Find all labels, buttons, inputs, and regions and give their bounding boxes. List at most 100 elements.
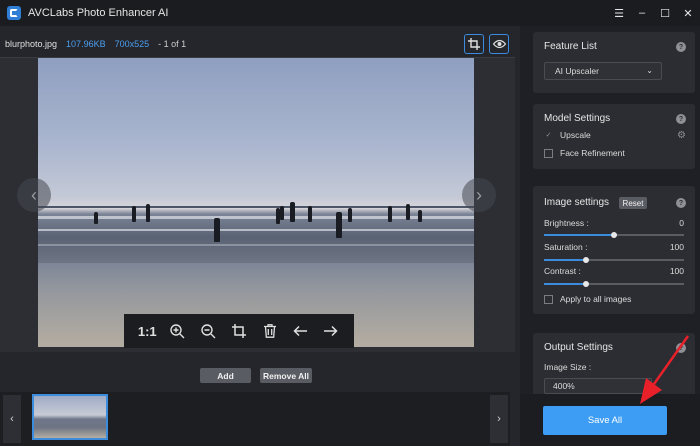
thumbnail-strip: ‹ › xyxy=(0,392,510,446)
next-image-button[interactable]: › xyxy=(462,178,496,212)
photo-wave xyxy=(38,244,474,246)
help-icon[interactable]: ? xyxy=(676,198,686,208)
photo-person xyxy=(336,212,342,238)
action-bar: Save All xyxy=(520,394,700,446)
apply-all-label: Apply to all images xyxy=(560,294,632,304)
photo-person xyxy=(418,210,422,222)
feature-select[interactable]: AI Upscaler ⌄ xyxy=(544,62,662,80)
checkbox-unchecked-icon[interactable] xyxy=(544,148,553,158)
preview-toolbar: 1:1 xyxy=(124,314,354,348)
image-size-label: Image Size : xyxy=(544,362,592,372)
file-index: - 1 of 1 xyxy=(158,39,187,49)
photo-person xyxy=(348,208,352,222)
saturation-label: Saturation : xyxy=(544,242,588,252)
maximize-button[interactable]: ☐ xyxy=(654,0,676,26)
trash-icon xyxy=(263,324,276,338)
strip-prev-button[interactable]: ‹ xyxy=(3,395,21,443)
checkbox-unchecked-icon[interactable] xyxy=(544,294,553,304)
photo-person xyxy=(290,202,295,222)
slider-handle[interactable] xyxy=(583,257,589,263)
add-button[interactable]: Add xyxy=(200,368,251,383)
photo-person xyxy=(280,206,284,220)
chevron-down-icon: ⌄ xyxy=(646,66,653,75)
settings-panel: Feature List ? AI Upscaler ⌄ Model Setti… xyxy=(520,26,700,446)
chevron-left-icon: ‹ xyxy=(10,413,14,425)
arrow-right-icon xyxy=(324,325,338,337)
app-title: AVCLabs Photo Enhancer AI xyxy=(28,7,169,19)
checkbox-checked-icon[interactable]: ✓ xyxy=(544,131,553,140)
photo-person xyxy=(388,206,392,222)
slider-handle[interactable] xyxy=(611,232,617,238)
app-logo-icon xyxy=(7,6,21,20)
zoom-out-button[interactable] xyxy=(196,319,220,343)
crop-icon xyxy=(231,324,246,338)
saturation-value: 100 xyxy=(669,242,684,252)
photo-person xyxy=(406,204,410,220)
crop-button[interactable] xyxy=(227,319,251,343)
image-size-field[interactable]: 400% xyxy=(544,378,652,394)
photo-person xyxy=(146,204,150,222)
save-all-button[interactable]: Save All xyxy=(543,406,667,435)
chevron-left-icon: ‹ xyxy=(31,184,37,205)
preview-photo xyxy=(38,58,474,347)
preview-area: blurphoto.jpg 107.96KB 700x525 - 1 of 1 xyxy=(0,26,520,446)
gear-icon[interactable]: ⚙ xyxy=(677,131,687,141)
zoom-out-icon xyxy=(201,323,216,338)
slider-fill xyxy=(544,283,586,285)
crop-view-button[interactable] xyxy=(464,34,484,54)
photo-person xyxy=(308,206,312,222)
strip-next-button[interactable]: › xyxy=(490,395,508,443)
feature-select-value: AI Upscaler xyxy=(555,66,599,76)
saturation-slider[interactable] xyxy=(544,257,684,263)
image-settings-title: Image settings xyxy=(544,197,610,208)
crop-icon xyxy=(468,38,480,50)
previous-image-button[interactable]: ‹ xyxy=(17,178,51,212)
reset-button[interactable]: Reset xyxy=(619,197,647,209)
zoom-in-button[interactable] xyxy=(166,319,190,343)
model-settings-title: Model Settings xyxy=(544,113,611,124)
photo-wave xyxy=(38,229,474,231)
help-icon[interactable]: ? xyxy=(676,42,686,52)
window-controls: ☰ – ☐ ✕ xyxy=(608,0,700,26)
image-canvas[interactable]: ‹ › 1:1 xyxy=(0,57,515,352)
contrast-value: 100 xyxy=(669,266,684,276)
contrast-label: Contrast : xyxy=(544,266,581,276)
chevron-right-icon: › xyxy=(476,184,482,205)
chevron-right-icon: › xyxy=(497,413,501,425)
option-label: Face Refinement xyxy=(560,148,625,158)
next-arrow-button[interactable] xyxy=(319,319,343,343)
help-icon[interactable]: ? xyxy=(676,114,686,124)
zoom-in-icon xyxy=(170,323,185,338)
image-settings-card: Image settings Reset ? Brightness : 0 Sa… xyxy=(533,186,695,314)
feature-list-card: Feature List ? AI Upscaler ⌄ xyxy=(533,32,695,93)
option-upscale[interactable]: ✓ Upscale xyxy=(544,130,591,140)
output-settings-card: Output Settings ? Image Size : 400% xyxy=(533,333,695,403)
previous-arrow-button[interactable] xyxy=(288,319,312,343)
model-settings-card: Model Settings ? ✓ Upscale ⚙ Face Refine… xyxy=(533,104,695,169)
slider-fill xyxy=(544,234,614,236)
zoom-reset-button[interactable]: 1:1 xyxy=(135,319,159,343)
thumbnail-item[interactable] xyxy=(32,394,108,440)
delete-button[interactable] xyxy=(258,319,282,343)
file-name: blurphoto.jpg xyxy=(5,39,58,49)
option-face-refinement[interactable]: Face Refinement xyxy=(544,148,625,158)
image-size-value: 400% xyxy=(553,381,575,391)
remove-all-button[interactable]: Remove All xyxy=(260,368,312,383)
photo-person xyxy=(214,218,220,242)
compare-view-button[interactable] xyxy=(489,34,509,54)
brightness-slider[interactable] xyxy=(544,232,684,238)
file-size: 107.96KB xyxy=(66,39,106,49)
close-button[interactable]: ✕ xyxy=(677,0,699,26)
slider-handle[interactable] xyxy=(583,281,589,287)
output-settings-title: Output Settings xyxy=(544,342,613,353)
minimize-button[interactable]: – xyxy=(631,0,653,26)
option-label: Upscale xyxy=(560,130,591,140)
apply-all-option[interactable]: Apply to all images xyxy=(544,294,631,304)
photo-person xyxy=(132,206,136,222)
slider-fill xyxy=(544,259,586,261)
brightness-label: Brightness : xyxy=(544,218,589,228)
menu-button[interactable]: ☰ xyxy=(608,0,630,26)
photo-person xyxy=(94,212,98,224)
help-icon[interactable]: ? xyxy=(676,343,686,353)
contrast-slider[interactable] xyxy=(544,281,684,287)
